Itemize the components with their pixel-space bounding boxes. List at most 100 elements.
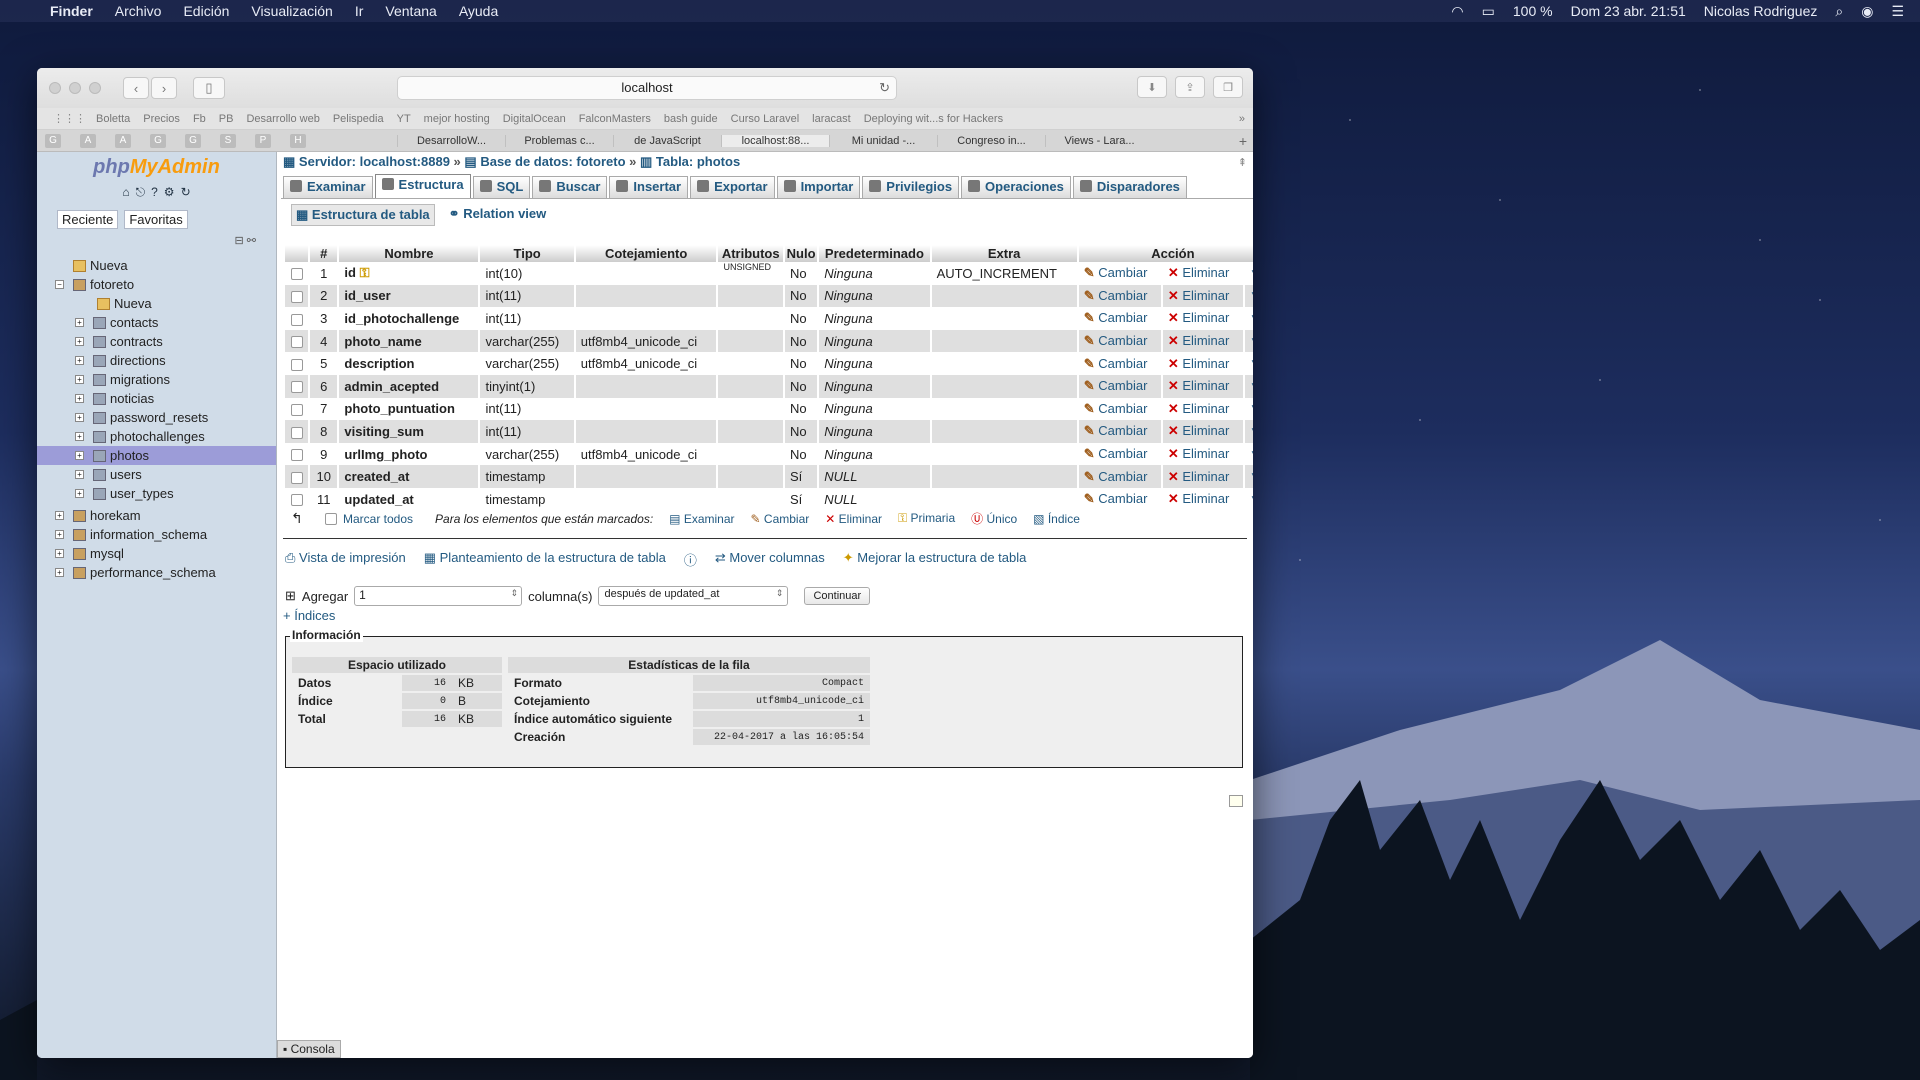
menu-edicion[interactable]: Edición	[183, 3, 229, 19]
browser-tab[interactable]: Congreso in...	[937, 134, 1045, 147]
change-button[interactable]: ✎ Cambiar	[1077, 487, 1163, 511]
menu-ventana[interactable]: Ventana	[385, 3, 436, 19]
position-select[interactable]: después de updated_at ⇕	[598, 586, 789, 606]
change-button[interactable]: ✎ Cambiar	[1077, 420, 1163, 443]
more-actions-dropdown[interactable]: ▼	[1243, 329, 1253, 353]
change-button[interactable]: ✎ Cambiar	[1077, 262, 1163, 285]
more-actions-dropdown[interactable]: ▼	[1243, 307, 1253, 330]
favorite-icon[interactable]: A	[80, 133, 96, 148]
expand-icon[interactable]: +	[75, 394, 84, 403]
favorite-icon[interactable]: P	[255, 133, 271, 148]
expand-icon[interactable]: +	[75, 470, 84, 479]
favorite-icon[interactable]: G	[45, 133, 61, 148]
bookmark[interactable]: YT	[397, 113, 411, 125]
bookmark[interactable]: laracast	[812, 113, 851, 125]
col-extra[interactable]: Extra	[930, 245, 1079, 262]
tree-table[interactable]: + contacts	[37, 313, 276, 332]
expand-icon[interactable]: +	[75, 489, 84, 498]
row-checkbox-box[interactable]	[290, 471, 303, 484]
row-checkbox[interactable]	[285, 465, 310, 488]
expand-icon[interactable]: +	[75, 375, 84, 384]
favorite-icon[interactable]: S	[220, 133, 236, 148]
expand-icon[interactable]: +	[55, 568, 64, 577]
tab-sql[interactable]: SQL	[472, 176, 531, 198]
drop-button[interactable]: ✕ Eliminar	[1161, 420, 1245, 443]
indices-link[interactable]: + Índices	[283, 608, 335, 623]
menu-app-finder[interactable]: Finder	[50, 3, 93, 19]
tab-exportar[interactable]: Exportar	[690, 176, 775, 198]
tree-database[interactable]: + performance_schema	[37, 563, 276, 582]
row-checkbox[interactable]	[285, 262, 310, 285]
tab-estructura[interactable]: Estructura	[374, 174, 471, 198]
check-all-link[interactable]: Marcar todos	[343, 512, 413, 526]
siri-icon[interactable]: ◉	[1861, 3, 1873, 20]
bulk-change-button[interactable]: ✎ Cambiar	[751, 512, 810, 526]
new-tab-icon[interactable]: +	[1233, 133, 1253, 149]
tabs-overview-icon[interactable]: ❐	[1213, 76, 1243, 98]
col-collation[interactable]: Cotejamiento	[574, 245, 719, 262]
expand-icon[interactable]: +	[55, 549, 64, 558]
tree-table[interactable]: + contracts	[37, 332, 276, 351]
row-checkbox-box[interactable]	[290, 336, 303, 349]
bookmark[interactable]: PB	[219, 113, 234, 125]
collapse-all-icon[interactable]: ⊟ ⚯	[235, 234, 257, 247]
drop-button[interactable]: ✕ Eliminar	[1161, 487, 1245, 511]
more-actions-dropdown[interactable]: ▼	[1243, 352, 1253, 375]
row-checkbox-box[interactable]	[290, 313, 303, 326]
move-columns-link[interactable]: ⇄ Mover columnas	[715, 550, 825, 569]
print-view-link[interactable]: ⎙ Vista de impresión	[285, 550, 406, 569]
expand-icon[interactable]: +	[75, 318, 84, 327]
bookmarks-overflow-icon[interactable]: »	[1239, 113, 1245, 125]
tab-examinar[interactable]: Examinar	[283, 176, 373, 198]
change-button[interactable]: ✎ Cambiar	[1077, 352, 1163, 375]
row-checkbox-box[interactable]	[290, 403, 303, 416]
zoom-window-button[interactable]	[89, 82, 101, 94]
recent-tab[interactable]: Reciente	[57, 210, 119, 229]
menu-ayuda[interactable]: Ayuda	[459, 3, 498, 19]
reload-icon[interactable]: ↻	[879, 77, 890, 99]
pma-logo[interactable]: phpMyAdmin	[37, 156, 276, 179]
more-actions-dropdown[interactable]: ▼	[1243, 397, 1253, 421]
tab-buscar[interactable]: Buscar	[532, 176, 608, 198]
row-checkbox[interactable]	[285, 420, 310, 443]
browser-tab[interactable]: Views - Lara...	[1045, 134, 1153, 147]
breadcrumb-server[interactable]: Servidor: localhost:8889	[299, 154, 450, 169]
browser-tab-active[interactable]: localhost:88...	[721, 134, 829, 147]
bookmark[interactable]: Fb	[193, 113, 206, 125]
clock[interactable]: Dom 23 abr. 21:51	[1571, 3, 1686, 19]
settings-icon[interactable]: ⚙	[164, 185, 175, 200]
page-settings-icon[interactable]	[1229, 795, 1243, 807]
col-default[interactable]: Predeterminado	[818, 245, 932, 262]
row-checkbox[interactable]	[285, 442, 310, 466]
more-actions-dropdown[interactable]: ▼	[1243, 442, 1253, 466]
tab-insertar[interactable]: Insertar	[609, 176, 689, 198]
add-count-input[interactable]: 1 ⇕	[354, 586, 523, 606]
bulk-browse-button[interactable]: ▤ Examinar	[669, 512, 734, 526]
address-bar[interactable]: localhost ↻	[397, 76, 897, 100]
browser-tab[interactable]: DesarrolloW...	[397, 134, 505, 147]
col-null[interactable]: Nulo	[783, 245, 820, 262]
bookmark[interactable]: Boletta	[96, 113, 130, 125]
bookmark[interactable]: Desarrollo web	[246, 113, 319, 125]
more-actions-dropdown[interactable]: ▼	[1243, 374, 1253, 398]
expand-icon[interactable]: +	[55, 530, 64, 539]
change-button[interactable]: ✎ Cambiar	[1077, 329, 1163, 353]
propose-structure-link[interactable]: ▦ Planteamiento de la estructura de tabl…	[424, 550, 666, 569]
downloads-icon[interactable]: ⬇	[1137, 76, 1167, 98]
breadcrumb-database[interactable]: Base de datos: fotoreto	[480, 154, 625, 169]
drop-button[interactable]: ✕ Eliminar	[1161, 465, 1245, 488]
close-window-button[interactable]	[49, 82, 61, 94]
bulk-index-button[interactable]: ▧ Índice	[1033, 512, 1080, 526]
console-toggle[interactable]: ▪ Consola	[277, 1040, 341, 1058]
browser-tab[interactable]: de JavaScript	[613, 134, 721, 147]
row-checkbox-box[interactable]	[290, 358, 303, 371]
col-attributes[interactable]: Atributos	[717, 245, 785, 262]
docs-icon[interactable]: ?	[151, 185, 158, 200]
subtab-relation-view[interactable]: ⚭ Relation view	[445, 204, 551, 226]
row-checkbox-box[interactable]	[290, 494, 303, 507]
drop-button[interactable]: ✕ Eliminar	[1161, 374, 1245, 398]
menu-visualizacion[interactable]: Visualización	[251, 3, 332, 19]
check-all-checkbox[interactable]	[325, 512, 337, 525]
row-checkbox-box[interactable]	[290, 426, 303, 439]
expand-icon[interactable]: +	[75, 356, 84, 365]
